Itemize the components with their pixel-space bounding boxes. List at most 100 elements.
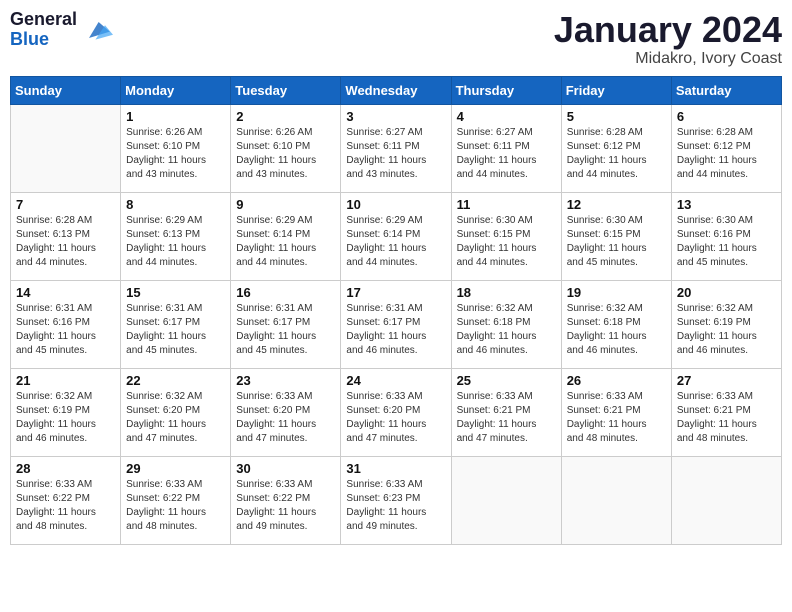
day-info: Sunrise: 6:31 AMSunset: 6:16 PMDaylight:… <box>16 302 115 358</box>
day-info: Sunrise: 6:33 AMSunset: 6:21 PMDaylight:… <box>677 390 776 446</box>
calendar-cell: 30 Sunrise: 6:33 AMSunset: 6:22 PMDayligh… <box>231 456 341 544</box>
logo: GeneralBlue <box>10 10 113 50</box>
day-number: 1 <box>126 109 225 124</box>
day-info: Sunrise: 6:26 AMSunset: 6:10 PMDaylight:… <box>236 126 335 182</box>
calendar-cell: 12 Sunrise: 6:30 AMSunset: 6:15 PMDayligh… <box>561 192 671 280</box>
calendar-cell <box>451 456 561 544</box>
calendar-table: SundayMondayTuesdayWednesdayThursdayFrid… <box>10 76 782 545</box>
day-of-week-tuesday: Tuesday <box>231 76 341 104</box>
calendar-cell: 24Sunrise: 6:33 AMSunset: 6:20 PMDayligh… <box>341 368 451 456</box>
day-info: Sunrise: 6:27 AMSunset: 6:11 PMDaylight:… <box>457 126 556 182</box>
day-info: Sunrise: 6:30 AMSunset: 6:15 PMDaylight:… <box>567 214 666 270</box>
calendar-cell: 28 Sunrise: 6:33 AMSunset: 6:22 PMDayligh… <box>11 456 121 544</box>
calendar-cell: 25 Sunrise: 6:33 AMSunset: 6:21 PMDayligh… <box>451 368 561 456</box>
calendar-cell: 15Sunrise: 6:31 AMSunset: 6:17 PMDayligh… <box>121 280 231 368</box>
title-block: January 2024 Midakro, Ivory Coast <box>554 10 782 68</box>
day-info: Sunrise: 6:33 AMSunset: 6:23 PMDaylight:… <box>346 478 445 534</box>
day-info: Sunrise: 6:32 AMSunset: 6:18 PMDaylight:… <box>457 302 556 358</box>
logo-icon <box>81 14 113 46</box>
day-number: 22 <box>126 373 225 388</box>
week-row-1: 1 Sunrise: 6:26 AMSunset: 6:10 PMDaylight… <box>11 104 782 192</box>
day-info: Sunrise: 6:29 AMSunset: 6:14 PMDaylight:… <box>346 214 445 270</box>
day-number: 28 <box>16 461 115 476</box>
day-info: Sunrise: 6:27 AMSunset: 6:11 PMDaylight:… <box>346 126 445 182</box>
day-info: Sunrise: 6:29 AMSunset: 6:14 PMDaylight:… <box>236 214 335 270</box>
day-of-week-saturday: Saturday <box>671 76 781 104</box>
day-number: 25 <box>457 373 556 388</box>
day-info: Sunrise: 6:32 AMSunset: 6:18 PMDaylight:… <box>567 302 666 358</box>
calendar-cell: 3 Sunrise: 6:27 AMSunset: 6:11 PMDaylight… <box>341 104 451 192</box>
page-header: GeneralBlue January 2024 Midakro, Ivory … <box>10 10 782 68</box>
week-row-5: 28 Sunrise: 6:33 AMSunset: 6:22 PMDayligh… <box>11 456 782 544</box>
day-info: Sunrise: 6:33 AMSunset: 6:20 PMDaylight:… <box>346 390 445 446</box>
day-number: 30 <box>236 461 335 476</box>
day-info: Sunrise: 6:28 AMSunset: 6:12 PMDaylight:… <box>567 126 666 182</box>
calendar-cell <box>11 104 121 192</box>
calendar-cell: 6 Sunrise: 6:28 AMSunset: 6:12 PMDaylight… <box>671 104 781 192</box>
calendar-cell: 8Sunrise: 6:29 AMSunset: 6:13 PMDaylight… <box>121 192 231 280</box>
day-of-week-friday: Friday <box>561 76 671 104</box>
logo-blue: Blue <box>10 29 49 49</box>
day-number: 10 <box>346 197 445 212</box>
day-info: Sunrise: 6:32 AMSunset: 6:19 PMDaylight:… <box>16 390 115 446</box>
day-number: 17 <box>346 285 445 300</box>
day-of-week-monday: Monday <box>121 76 231 104</box>
calendar-cell: 26 Sunrise: 6:33 AMSunset: 6:21 PMDayligh… <box>561 368 671 456</box>
day-number: 9 <box>236 197 335 212</box>
day-number: 5 <box>567 109 666 124</box>
day-info: Sunrise: 6:33 AMSunset: 6:21 PMDaylight:… <box>457 390 556 446</box>
calendar-cell <box>561 456 671 544</box>
calendar-cell: 29Sunrise: 6:33 AMSunset: 6:22 PMDayligh… <box>121 456 231 544</box>
day-info: Sunrise: 6:30 AMSunset: 6:16 PMDaylight:… <box>677 214 776 270</box>
day-number: 16 <box>236 285 335 300</box>
day-info: Sunrise: 6:33 AMSunset: 6:22 PMDaylight:… <box>16 478 115 534</box>
day-info: Sunrise: 6:28 AMSunset: 6:12 PMDaylight:… <box>677 126 776 182</box>
day-number: 27 <box>677 373 776 388</box>
week-row-3: 14 Sunrise: 6:31 AMSunset: 6:16 PMDayligh… <box>11 280 782 368</box>
week-row-2: 7 Sunrise: 6:28 AMSunset: 6:13 PMDaylight… <box>11 192 782 280</box>
day-number: 18 <box>457 285 556 300</box>
day-number: 3 <box>346 109 445 124</box>
day-info: Sunrise: 6:32 AMSunset: 6:19 PMDaylight:… <box>677 302 776 358</box>
calendar-cell: 20 Sunrise: 6:32 AMSunset: 6:19 PMDayligh… <box>671 280 781 368</box>
calendar-cell: 2 Sunrise: 6:26 AMSunset: 6:10 PMDaylight… <box>231 104 341 192</box>
day-number: 7 <box>16 197 115 212</box>
day-number: 6 <box>677 109 776 124</box>
day-number: 26 <box>567 373 666 388</box>
day-info: Sunrise: 6:33 AMSunset: 6:20 PMDaylight:… <box>236 390 335 446</box>
calendar-cell: 14 Sunrise: 6:31 AMSunset: 6:16 PMDayligh… <box>11 280 121 368</box>
day-number: 11 <box>457 197 556 212</box>
calendar-cell: 13 Sunrise: 6:30 AMSunset: 6:16 PMDayligh… <box>671 192 781 280</box>
calendar-cell: 16Sunrise: 6:31 AMSunset: 6:17 PMDayligh… <box>231 280 341 368</box>
calendar-cell: 27 Sunrise: 6:33 AMSunset: 6:21 PMDayligh… <box>671 368 781 456</box>
calendar-cell: 22Sunrise: 6:32 AMSunset: 6:20 PMDayligh… <box>121 368 231 456</box>
calendar-header-row: SundayMondayTuesdayWednesdayThursdayFrid… <box>11 76 782 104</box>
day-info: Sunrise: 6:33 AMSunset: 6:22 PMDaylight:… <box>236 478 335 534</box>
day-of-week-sunday: Sunday <box>11 76 121 104</box>
calendar-cell: 23 Sunrise: 6:33 AMSunset: 6:20 PMDayligh… <box>231 368 341 456</box>
day-number: 12 <box>567 197 666 212</box>
day-number: 13 <box>677 197 776 212</box>
day-number: 4 <box>457 109 556 124</box>
calendar-cell: 31 Sunrise: 6:33 AMSunset: 6:23 PMDayligh… <box>341 456 451 544</box>
day-number: 20 <box>677 285 776 300</box>
day-info: Sunrise: 6:31 AMSunset: 6:17 PMDaylight:… <box>346 302 445 358</box>
calendar-cell: 10 Sunrise: 6:29 AMSunset: 6:14 PMDayligh… <box>341 192 451 280</box>
day-of-week-wednesday: Wednesday <box>341 76 451 104</box>
calendar-cell: 4 Sunrise: 6:27 AMSunset: 6:11 PMDaylight… <box>451 104 561 192</box>
day-number: 15 <box>126 285 225 300</box>
day-number: 8 <box>126 197 225 212</box>
calendar-cell: 17 Sunrise: 6:31 AMSunset: 6:17 PMDayligh… <box>341 280 451 368</box>
day-info: Sunrise: 6:30 AMSunset: 6:15 PMDaylight:… <box>457 214 556 270</box>
day-info: Sunrise: 6:28 AMSunset: 6:13 PMDaylight:… <box>16 214 115 270</box>
day-number: 23 <box>236 373 335 388</box>
day-number: 29 <box>126 461 225 476</box>
calendar-cell: 19 Sunrise: 6:32 AMSunset: 6:18 PMDayligh… <box>561 280 671 368</box>
day-number: 2 <box>236 109 335 124</box>
day-number: 31 <box>346 461 445 476</box>
day-number: 19 <box>567 285 666 300</box>
calendar-cell: 5 Sunrise: 6:28 AMSunset: 6:12 PMDaylight… <box>561 104 671 192</box>
day-info: Sunrise: 6:33 AMSunset: 6:21 PMDaylight:… <box>567 390 666 446</box>
day-number: 14 <box>16 285 115 300</box>
day-of-week-thursday: Thursday <box>451 76 561 104</box>
